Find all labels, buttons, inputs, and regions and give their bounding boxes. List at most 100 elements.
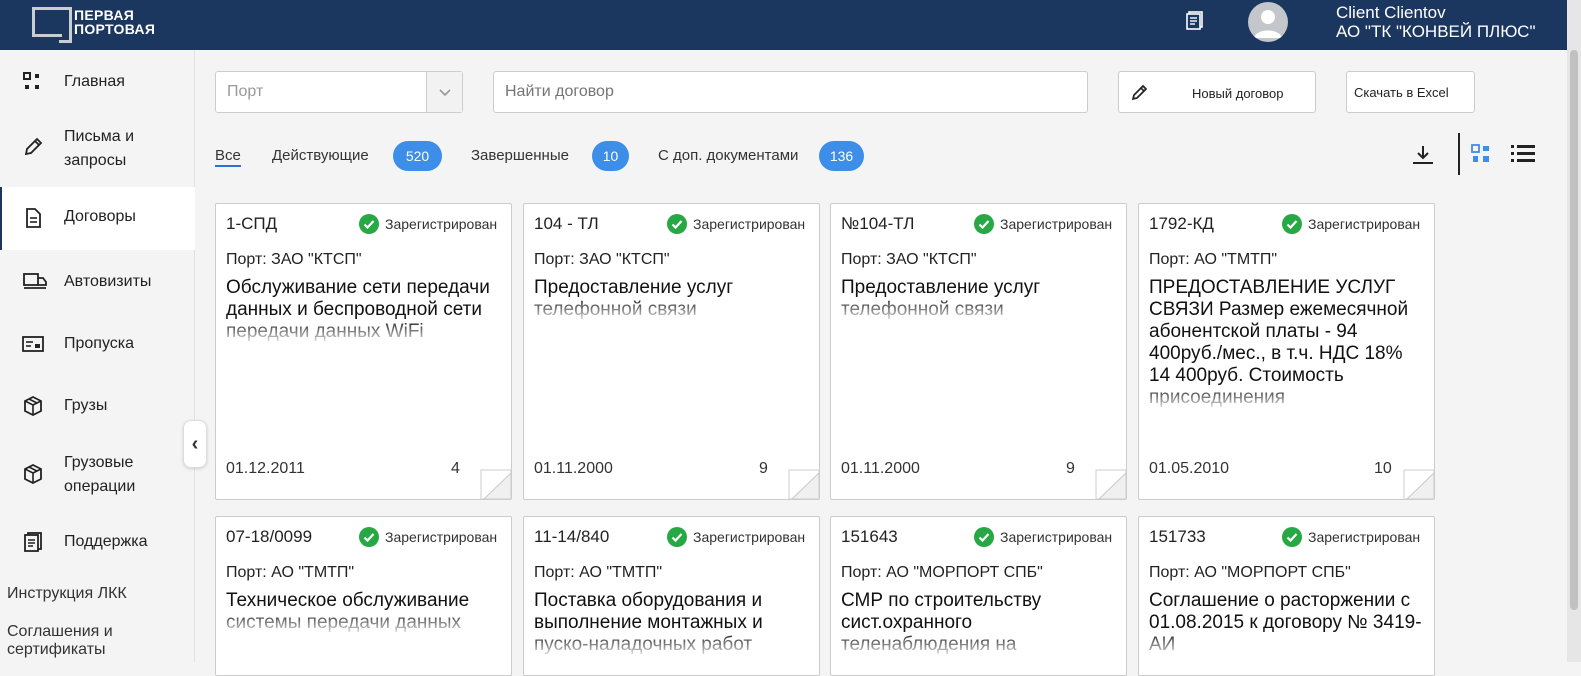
status-badge: Зарегистрирован [667,527,805,547]
status-badge: Зарегистрирован [974,214,1112,234]
port-select[interactable]: Порт [215,71,463,113]
sidebar-item-label: Автовизиты [64,273,152,290]
contract-port: Порт: ЗАО "КТСП" [534,251,670,268]
instruction-link[interactable]: Инструкция ЛКК [7,585,127,603]
check-circle-icon [1282,527,1302,547]
pass-card-icon [22,336,44,352]
page-scrollbar[interactable] [1567,0,1581,662]
avatar[interactable] [1248,2,1288,42]
contract-date: 01.11.2000 [534,460,613,477]
logo-line-1: ПЕРВАЯ [74,7,135,23]
status-text: Зарегистрирован [1308,216,1421,232]
contract-date: 01.05.2010 [1149,460,1230,477]
check-circle-icon [974,214,994,234]
excel-download-button[interactable]: Скачать в Excel [1346,71,1475,113]
contract-number: 1792-КД [1149,214,1214,233]
contract-title: Предоставление услуг телефонной связи [534,277,812,321]
sidebar-item-label: Поддержка [64,533,148,550]
sidebar: Главная Письма и запросы Договоры Автови… [0,50,195,662]
documents-count: 4 [451,460,460,477]
page-fold-icon [480,469,511,499]
contract-card[interactable]: №104-ТЛ Зарегистрирован Порт: ЗАО "КТСП" Пр… [830,203,1127,500]
status-badge: Зарегистрирован [359,527,497,547]
view-separator [1458,133,1460,175]
documents-count: 9 [759,460,768,477]
search-input[interactable] [493,71,1088,113]
status-text: Зарегистрирован [1000,216,1113,232]
contract-port: Порт: АО "ТМТП" [1149,251,1278,268]
tab-all[interactable]: Все [215,147,241,167]
contract-number: 151643 [841,527,898,546]
status-text: Зарегистрирован [693,529,806,545]
logo-text: ПЕРВАЯ ПОРТОВАЯ [74,8,155,36]
company-logo[interactable]: ПЕРВАЯ ПОРТОВАЯ [32,7,155,43]
contract-number: 07-18/0099 [226,527,313,546]
new-contract-button[interactable]: Новый договор [1118,71,1316,113]
contract-title: СМР по строительству сист.охранного теле… [841,590,1119,656]
sidebar-item-label-line2: операции [64,478,136,495]
status-badge: Зарегистрирован [974,527,1112,547]
sidebar-item-home[interactable]: Главная [0,62,195,102]
tab-extra-docs-count-badge: 136 [819,141,864,171]
notes-icon [24,532,42,552]
documents-count: 9 [1066,460,1075,477]
list-view-icon[interactable] [1510,144,1536,164]
sidebar-item-label: Грузовые операции [64,451,135,499]
dashboard-icon [23,72,39,89]
new-contract-label: Новый договор [1192,86,1284,101]
contract-card[interactable]: 151643 Зарегистрирован Порт: АО "МОРПОРТ С… [830,516,1127,676]
tab-active[interactable]: Действующие [272,147,369,164]
page-fold-icon [1095,469,1126,499]
grid-view-icon[interactable] [1471,144,1491,164]
contract-card[interactable]: 11-14/840 Зарегистрирован Порт: АО "ТМТП" П… [523,516,820,676]
sidebar-item-passes[interactable]: Пропуска [0,324,195,364]
sidebar-item-cargo-operations[interactable]: Грузовые операции [0,446,195,506]
contract-number: 1-СПД [226,214,278,233]
status-text: Зарегистрирован [1308,529,1421,545]
sidebar-item-autovisits[interactable]: Автовизиты [0,262,195,302]
tab-completed[interactable]: Завершенные [471,147,569,164]
port-select-arrow[interactable] [426,72,462,112]
status-badge: Зарегистрирован [667,214,805,234]
tab-with-extra-docs[interactable]: С доп. документами [658,147,798,164]
top-bar: ПЕРВАЯ ПОРТОВАЯ Client Clientov АО "ТК "… [0,0,1581,50]
contract-card[interactable]: 1792-КД Зарегистрирован Порт: АО "ТМТП" ПРЕ… [1138,203,1435,500]
contract-title: Соглашение о расторжении с 01.08.2015 к … [1149,590,1427,656]
sidebar-item-label-line1: Грузовые [64,454,134,471]
agreements-link-line1: Соглашения и [7,623,113,640]
contract-port: Порт: АО "ТМТП" [534,564,663,581]
sidebar-item-contracts[interactable]: Договоры [0,187,195,250]
contract-card[interactable]: 1-СПД Зарегистрирован Порт: ЗАО "КТСП" Обсл… [215,203,512,500]
agreements-link[interactable]: Соглашения и сертификаты [7,623,113,659]
check-circle-icon [1282,214,1302,234]
contract-title: Поставка оборудования и выполнение монта… [534,590,812,656]
port-select-placeholder: Порт [227,83,264,100]
user-icon [1254,10,1282,38]
contract-card[interactable]: 104 - ТЛ Зарегистрирован Порт: ЗАО "КТСП" П… [523,203,820,500]
check-circle-icon [667,527,687,547]
scrollbar-thumb[interactable] [1570,50,1578,610]
sidebar-item-label-line2: запросы [64,152,127,169]
box-icon [24,395,42,417]
check-circle-icon [359,214,379,234]
download-icon[interactable] [1410,143,1436,167]
status-text: Зарегистрирован [1000,529,1113,545]
contract-date: 01.12.2011 [226,460,305,477]
sidebar-item-cargo[interactable]: Грузы [0,386,195,426]
check-circle-icon [359,527,379,547]
sidebar-collapse-button[interactable]: ‹ [183,420,207,468]
contract-port: Порт: АО "МОРПОРТ СПБ" [841,564,1043,581]
contract-card[interactable]: 07-18/0099 Зарегистрирован Порт: АО "ТМТП"… [215,516,512,676]
check-circle-icon [667,214,687,234]
notes-icon[interactable] [1185,10,1205,30]
page-fold-icon [788,469,819,499]
sidebar-item-letters[interactable]: Письма и запросы [0,120,195,180]
agreements-link-line2: сертификаты [7,641,106,658]
sidebar-item-support[interactable]: Поддержка [0,522,195,562]
status-badge: Зарегистрирован [359,214,497,234]
contract-card[interactable]: 151733 Зарегистрирован Порт: АО "МОРПОРТ С… [1138,516,1435,676]
sidebar-item-label: Главная [64,73,125,90]
contract-title: Техническое обслуживание системы передач… [226,590,504,634]
sidebar-item-label: Договоры [64,208,136,225]
user-info[interactable]: Client Clientov АО "ТК "КОНВЕЙ ПЛЮС" [1336,3,1536,41]
